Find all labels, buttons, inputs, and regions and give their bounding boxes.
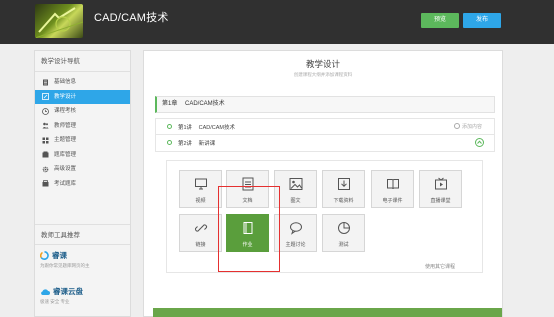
promo-desc: 极速 安全 专业 (40, 299, 70, 304)
top-bar: CAD/CAM技术 预览 发布 (0, 0, 554, 44)
lesson-number: 第2讲 (178, 141, 193, 147)
tile-ebook[interactable]: 电子课件 (371, 170, 414, 208)
tile-video[interactable]: 视频 (179, 170, 222, 208)
course-title: CAD/CAM技术 (94, 12, 169, 24)
promo-name: 睿课云盘 (53, 287, 83, 296)
chat-icon (275, 221, 316, 235)
lesson-row[interactable]: 第1讲 CAD/CAM技术 添加内容 (155, 118, 495, 135)
sidebar-nav: 基础信息 教学设计 课程考核 教师管理 主题管理 题库管理 高级设置 考试题库 (35, 72, 130, 191)
sidebar-item-label: 题库管理 (54, 151, 77, 158)
tile-label: 主题讨论 (285, 242, 306, 248)
people-icon (41, 122, 49, 130)
lesson-name: CAD/CAM技术 (198, 125, 235, 131)
monitor-icon (180, 177, 221, 191)
add-content-link[interactable]: 添加内容 (453, 123, 482, 130)
promo-desc: 为跟你常见题库网页的主 (40, 263, 90, 268)
next-chapter-bar (153, 308, 502, 317)
edit-icon (41, 93, 49, 101)
sidebar-item-label: 教师管理 (54, 122, 77, 129)
tools-title: 教师工具推荐 (35, 224, 130, 245)
question-bank-icon (41, 151, 49, 159)
use-other-course-link[interactable]: 使用其它课程 (425, 263, 455, 270)
sidebar-item-teachers[interactable]: 教师管理 (35, 119, 130, 134)
chapter-number: 第1章 (162, 101, 178, 107)
chapter-row[interactable]: 第1章 CAD/CAM技术 (155, 96, 495, 113)
link-icon (180, 221, 221, 235)
tile-label: 电子课件 (382, 198, 403, 204)
sidebar-item-advanced[interactable]: 高级设置 (35, 162, 130, 177)
sidebar-item-label: 课程考核 (54, 108, 77, 114)
book-icon (372, 177, 413, 191)
lesson-dot-icon (167, 140, 172, 145)
image-icon (275, 177, 316, 191)
pie-icon (323, 221, 364, 235)
sidebar-item-question-bank[interactable]: 题库管理 (35, 148, 130, 163)
sidebar-item-label: 高级设置 (54, 166, 77, 172)
highlight-box (218, 186, 280, 272)
sidebar-item-label: 考试题库 (54, 180, 77, 187)
ruike-logo-icon (39, 251, 49, 260)
tile-label: 测试 (338, 242, 349, 248)
sidebar-item-topics[interactable]: 主题管理 (35, 133, 130, 148)
course-logo (35, 4, 83, 38)
plus-icon (453, 123, 460, 129)
page-title: 教学设计 (305, 59, 340, 69)
tile-label: 视频 (195, 198, 206, 204)
lesson-number: 第1讲 (178, 125, 193, 131)
page-subtitle: 创建课程大纲并添加课程资料 (293, 72, 353, 77)
tile-label: 下载资料 (333, 198, 354, 204)
tile-download[interactable]: 下载资料 (322, 170, 365, 208)
tile-test[interactable]: 测试 (322, 214, 365, 252)
lesson-row[interactable]: 第2讲 新讲课 (155, 135, 495, 152)
tile-live[interactable]: 直播课堂 (419, 170, 462, 208)
gear-icon (41, 165, 49, 173)
publish-button[interactable]: 发布 (463, 13, 501, 28)
sidebar: 教学设计导航 基础信息 教学设计 课程考核 教师管理 主题管理 题库管理 高级设… (34, 50, 131, 317)
sidebar-item-exam-bank[interactable]: 考试题库 (35, 177, 130, 192)
topics-icon (41, 136, 49, 144)
download-icon (323, 177, 364, 191)
tile-image-text[interactable]: 图文 (274, 170, 317, 208)
sidebar-item-label: 基础信息 (54, 79, 77, 85)
sidebar-item-teaching-design[interactable]: 教学设计 (35, 89, 130, 104)
tile-label: 图文 (290, 198, 301, 204)
lesson-dot-icon (167, 124, 172, 129)
sidebar-item-basic-info[interactable]: 基础信息 (35, 75, 130, 90)
tile-discussion[interactable]: 主题讨论 (274, 214, 317, 252)
tile-label: 直播课堂 (430, 198, 451, 204)
chapter-name: CAD/CAM技术 (185, 101, 225, 107)
promo-ruike[interactable]: 睿课 为跟你常见题库网页的主 (39, 250, 128, 269)
sidebar-title: 教学设计导航 (35, 51, 130, 72)
lesson-name: 新讲课 (198, 141, 216, 147)
clock-icon (41, 107, 49, 115)
live-icon (420, 177, 461, 191)
preview-button[interactable]: 预览 (421, 13, 459, 28)
sidebar-item-label: 教学设计 (54, 93, 77, 100)
sidebar-item-label: 主题管理 (54, 137, 77, 143)
collapse-icon[interactable] (475, 138, 484, 147)
cloud-icon (40, 288, 50, 296)
tile-link[interactable]: 链接 (179, 214, 222, 252)
document-icon (41, 78, 49, 86)
tile-label: 链接 (195, 242, 206, 248)
promo-ruike-cloud[interactable]: 睿课云盘 极速 安全 专业 (40, 286, 128, 305)
sidebar-item-assessment[interactable]: 课程考核 (35, 104, 130, 119)
promo-name: 睿课 (52, 251, 67, 260)
exam-icon (41, 180, 49, 188)
